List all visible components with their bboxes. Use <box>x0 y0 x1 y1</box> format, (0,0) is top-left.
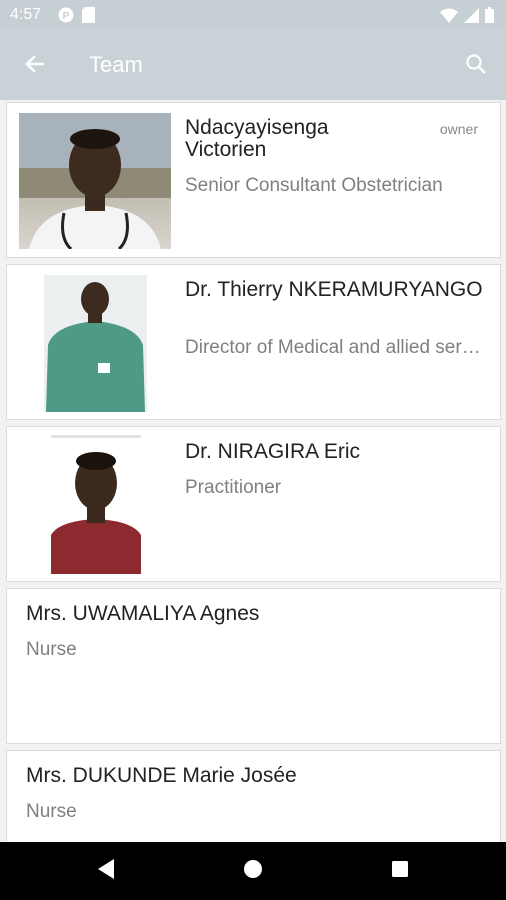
app-bar: Team <box>0 30 506 100</box>
sd-card-icon <box>82 7 95 28</box>
member-role: Practitioner <box>185 477 282 498</box>
battery-icon <box>485 7 494 28</box>
arrow-left-icon <box>23 53 45 80</box>
nav-recents-button[interactable] <box>386 857 414 885</box>
member-role: Director of Medical and allied services <box>185 337 485 358</box>
member-photo <box>44 275 147 412</box>
status-time: 4:57 <box>10 6 42 23</box>
nav-home-icon <box>243 859 263 884</box>
team-member-card[interactable]: Mrs. DUKUNDE Marie Josée Nurse <box>6 750 501 842</box>
app-notification-icon: P <box>58 7 74 28</box>
svg-text:P: P <box>63 11 70 22</box>
team-member-card[interactable]: Dr. Thierry NKERAMURYANGO Director of Me… <box>6 264 501 420</box>
team-member-card[interactable]: Dr. NIRAGIRA Eric Practitioner <box>6 426 501 582</box>
team-member-card[interactable]: Ndacyayisenga Victorien owner Senior Con… <box>6 102 501 258</box>
member-role: Nurse <box>26 639 77 660</box>
search-icon <box>465 53 487 80</box>
team-member-card[interactable]: Mrs. UWAMALIYA Agnes Nurse <box>6 588 501 744</box>
nav-back-icon <box>96 858 116 885</box>
owner-badge: owner <box>439 121 478 137</box>
member-name: Dr. NIRAGIRA Eric <box>185 440 361 463</box>
member-role: Nurse <box>26 801 77 822</box>
wifi-icon <box>440 8 458 28</box>
member-name: Dr. Thierry NKERAMURYANGO <box>185 278 483 301</box>
member-name: Mrs. DUKUNDE Marie Josée <box>26 764 297 787</box>
cell-signal-icon <box>464 7 479 28</box>
team-list[interactable]: Ndacyayisenga Victorien owner Senior Con… <box>0 100 506 842</box>
back-button[interactable] <box>18 50 50 82</box>
nav-home-button[interactable] <box>239 857 267 885</box>
page-title: Team <box>89 52 143 77</box>
member-name: Mrs. UWAMALIYA Agnes <box>26 602 260 625</box>
nav-back-button[interactable] <box>92 857 120 885</box>
search-button[interactable] <box>460 50 492 82</box>
member-photo <box>19 113 171 249</box>
member-photo <box>51 435 141 574</box>
member-role: Senior Consultant Obstetrician <box>185 175 443 196</box>
nav-recents-icon <box>391 860 409 883</box>
member-name: Ndacyayisenga Victorien <box>185 116 329 161</box>
status-bar: 4:57 P <box>0 0 506 30</box>
system-nav-bar <box>0 842 506 900</box>
